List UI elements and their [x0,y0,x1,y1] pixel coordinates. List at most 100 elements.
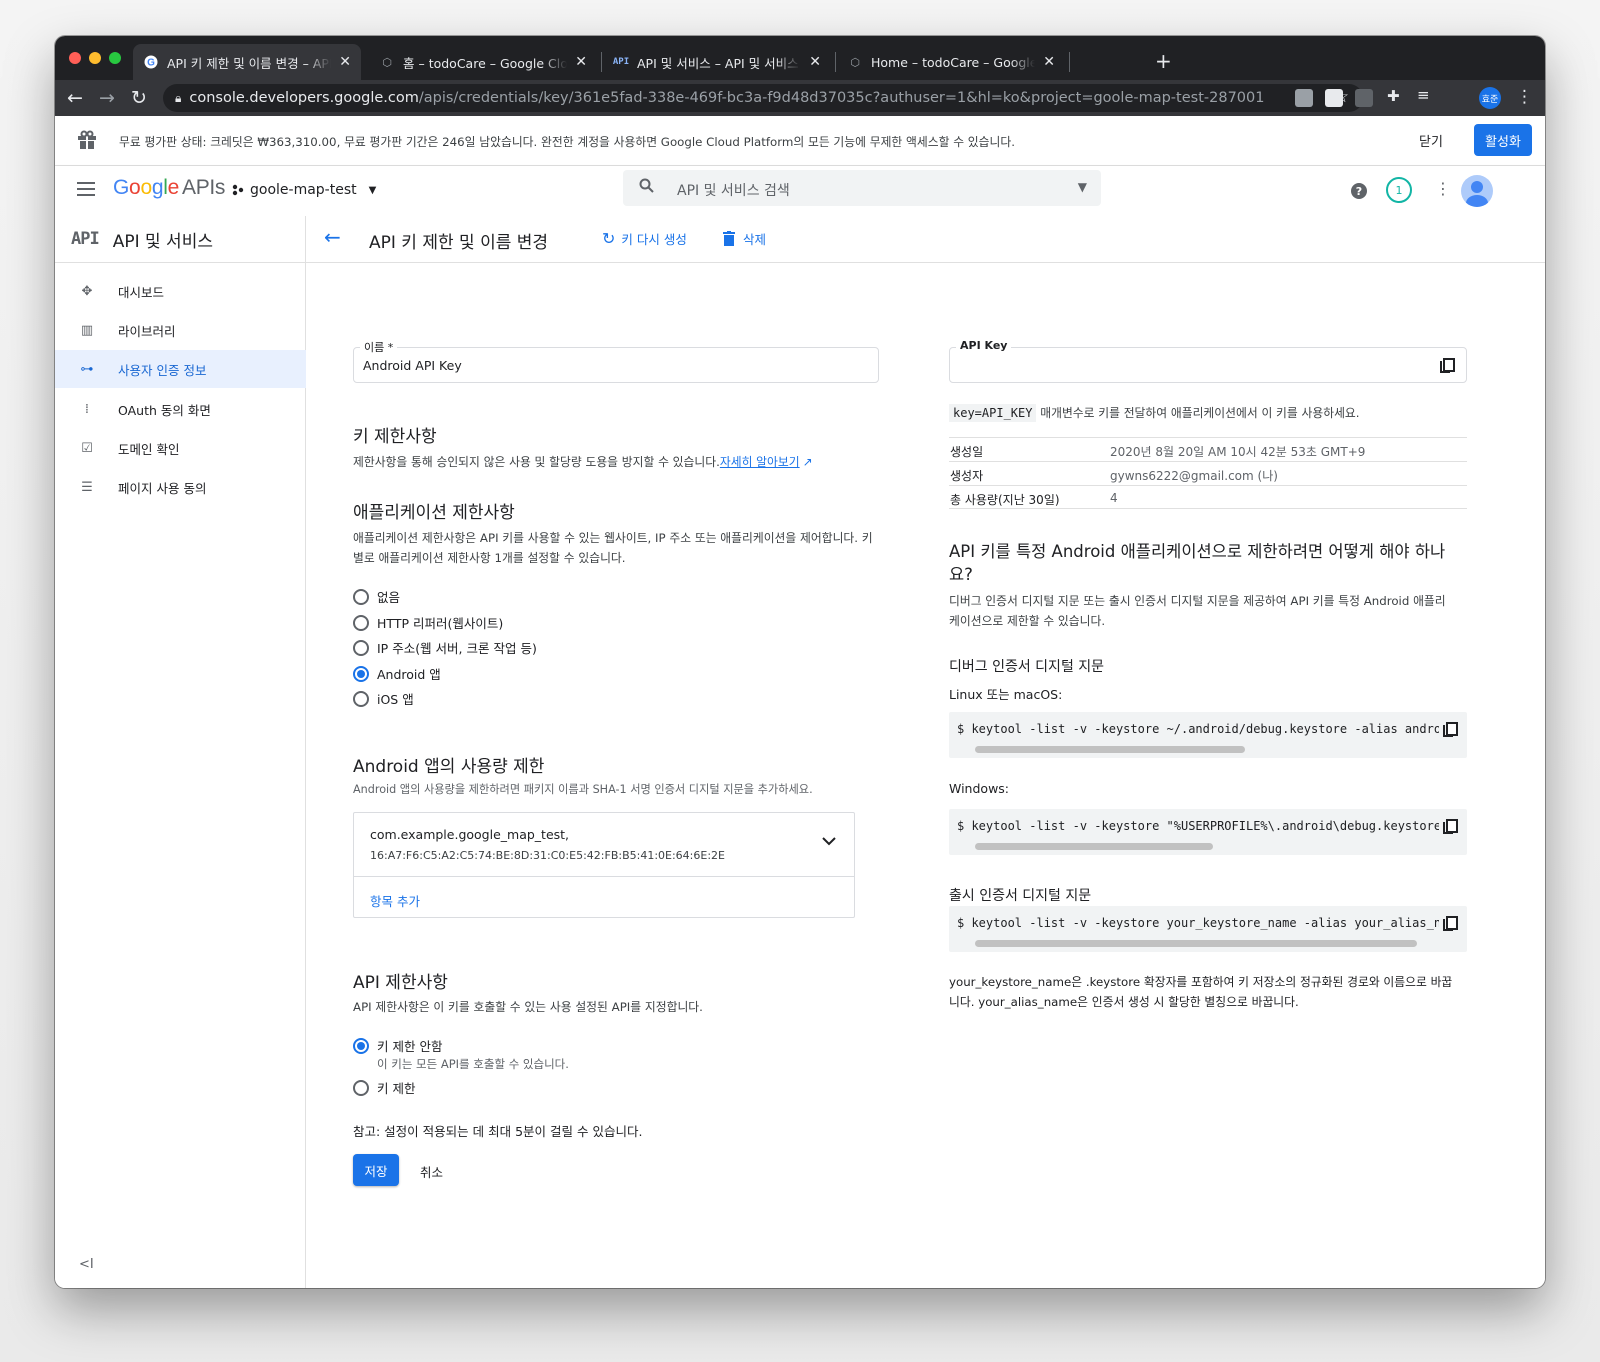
cancel-button[interactable]: 취소 [420,1162,443,1181]
code-scrollbar[interactable] [975,746,1245,753]
extension-2-icon[interactable] [1325,89,1343,107]
api-key-field[interactable]: API Key [949,339,1467,383]
project-selector[interactable]: goole-map-test ▼ [232,182,376,198]
notification-badge[interactable]: 1 [1386,177,1412,203]
tab-api-key[interactable]: G API 키 제한 및 이름 변경 – API 및 서비스 ✕ [133,44,361,80]
back-arrow-icon[interactable]: ← [324,225,341,249]
save-button[interactable]: 저장 [353,1154,399,1186]
windows-code-block: $ keytool -list -v -keystore "%USERPROFI… [949,809,1467,855]
add-item-button[interactable]: 항목 추가 [370,891,420,910]
radio-circle[interactable] [353,614,369,631]
page-header: ← API 키 제한 및 이름 변경 ↻ 키 다시 생성 삭제 [306,216,1545,263]
api-restrictions-heading: API 제한사항 [353,973,448,993]
radio-restrict-key[interactable]: 키 제한 [353,1078,415,1097]
radio-android-app[interactable]: Android 앱 [353,664,441,683]
main-content: ← API 키 제한 및 이름 변경 ↻ 키 다시 생성 삭제 이름 * And… [306,216,1545,1288]
package-list: com.example.google_map_test, 16:A7:F6:C5… [353,812,855,918]
apply-note: 참고: 설정이 적용되는 데 최대 5분이 걸릴 수 있습니다. [353,1124,643,1139]
search-input[interactable]: API 및 서비스 검색 ▼ [623,170,1101,206]
google-apis-logo[interactable]: Google APIs [113,176,225,200]
extensions-puzzle-icon[interactable]: ✚ [1387,87,1405,105]
radio-circle-checked[interactable] [353,1037,369,1054]
extension-3-icon[interactable] [1355,89,1373,107]
name-field-label: 이름 * [360,339,398,355]
linux-code-block: $ keytool -list -v -keystore ~/.android/… [949,712,1467,758]
profile-avatar[interactable]: 효준 [1479,87,1501,109]
sidebar-item-dashboard[interactable]: ✥ 대시보드 [55,272,306,310]
keystore-note-2: 니다. your_alias_name은 인증서 생성 시 할당한 별칭으로 바… [949,995,1299,1009]
forward-arrow-icon[interactable]: → [99,87,115,109]
cloud-hexagon-icon: ⬡ [382,55,392,69]
radio-none[interactable]: 없음 [353,587,400,606]
radio-circle[interactable] [353,588,369,605]
activate-button[interactable]: 활성화 [1474,124,1532,156]
search-dropdown-icon[interactable]: ▼ [1078,180,1087,194]
linux-label: Linux 또는 macOS: [949,687,1063,702]
delete-button[interactable]: 삭제 [723,229,766,248]
tab-todocare-home[interactable]: ⬡ 홈 – todoCare – Google Cloud Platform ✕ [369,44,597,80]
radio-circle[interactable] [353,690,369,707]
more-options-icon[interactable]: ⋮ [1435,179,1451,198]
library-icon: ▥ [80,322,94,338]
chevron-down-icon[interactable] [822,831,836,850]
app-restrictions-heading: 애플리케이션 제한사항 [353,503,515,523]
extension-1-icon[interactable] [1295,89,1313,107]
reload-icon[interactable]: ↻ [131,87,147,109]
window-controls [69,52,121,64]
name-field[interactable]: 이름 * Android API Key [353,339,879,383]
radio-ip-address[interactable]: IP 주소(웹 서버, 크론 작업 등) [353,638,537,657]
api-key-label: API Key [956,339,1012,352]
radio-http-referrer[interactable]: HTTP 리퍼러(웹사이트) [353,613,503,632]
package-row[interactable]: com.example.google_map_test, 16:A7:F6:C5… [354,813,854,877]
minimize-window-button[interactable] [89,52,101,64]
back-arrow-icon[interactable]: ← [67,87,83,109]
radio-circle-checked[interactable] [353,665,369,682]
collapse-sidebar-icon[interactable]: <I [79,1257,94,1272]
copy-icon[interactable] [1443,722,1458,737]
copy-icon[interactable] [1443,819,1458,834]
code-scrollbar[interactable] [975,843,1213,850]
search-icon [639,178,654,197]
table-row: 생성자 gywns6222@gmail.com (나) [949,461,1467,485]
code-scrollbar[interactable] [975,940,1417,947]
banner-close-button[interactable]: 닫기 [1419,131,1443,150]
close-tab-icon[interactable]: ✕ [809,54,821,70]
name-field-value: Android API Key [363,358,462,373]
copy-icon[interactable] [1443,916,1458,931]
radio-circle[interactable] [353,639,369,656]
radio-ios-app[interactable]: iOS 앱 [353,689,414,708]
sidebar-item-page-consent[interactable]: ☰ 페이지 사용 동의 [55,468,306,506]
api-logo-icon: API [71,229,100,249]
radio-circle[interactable] [353,1079,369,1096]
browser-toolbar: ← → ↻ 🔒︎ console.developers.google.com/a… [55,80,1545,116]
tab-api-services[interactable]: API API 및 서비스 – API 및 서비스 – google ✕ [603,44,831,80]
copy-icon[interactable] [1440,358,1455,373]
sidebar-item-domain[interactable]: ☑ 도메인 확인 [55,429,306,467]
learn-more-link[interactable]: 자세히 알아보기 [720,455,800,469]
close-tab-icon[interactable]: ✕ [575,54,587,70]
new-tab-button[interactable]: + [1155,49,1172,73]
cloud-hexagon-icon: ⬡ [850,55,860,69]
sidebar-item-oauth[interactable]: ⁞ OAuth 동의 화면 [55,390,306,428]
sidebar-item-library[interactable]: ▥ 라이브러리 [55,311,306,349]
close-tab-icon[interactable]: ✕ [339,54,351,70]
menu-hamburger-icon[interactable] [77,182,95,196]
address-bar[interactable]: 🔒︎ console.developers.google.com/apis/cr… [163,84,1363,112]
user-avatar[interactable] [1461,175,1493,207]
help-icon[interactable]: ? [1351,183,1367,199]
linux-command: $ keytool -list -v -keystore ~/.android/… [957,722,1439,736]
media-queue-icon[interactable]: ≡ [1417,86,1435,104]
radio-no-restriction[interactable]: 키 제한 안함 [353,1036,442,1055]
project-nodes-icon [232,184,244,196]
tab-todocare-home-en[interactable]: ⬡ Home – todoCare – Google Cloud Platfor… [837,44,1065,80]
close-window-button[interactable] [69,52,81,64]
maximize-window-button[interactable] [109,52,121,64]
app-restrictions-desc-2: 별로 애플리케이션 제한사항 1개를 설정할 수 있습니다. [353,551,626,565]
browser-window: G API 키 제한 및 이름 변경 – API 및 서비스 ✕ ⬡ 홈 – t… [55,36,1545,1288]
close-tab-icon[interactable]: ✕ [1043,54,1055,70]
regenerate-key-button[interactable]: ↻ 키 다시 생성 [602,229,687,248]
browser-menu-icon[interactable]: ⋮ [1516,87,1533,107]
sidebar-item-credentials[interactable]: ⊶ 사용자 인증 정보 [55,350,306,388]
trial-banner: 무료 평가판 상태: 크레딧은 ₩363,310.00, 무료 평가판 기간은 … [55,116,1545,166]
key-restrictions-heading: 키 제한사항 [353,427,437,447]
